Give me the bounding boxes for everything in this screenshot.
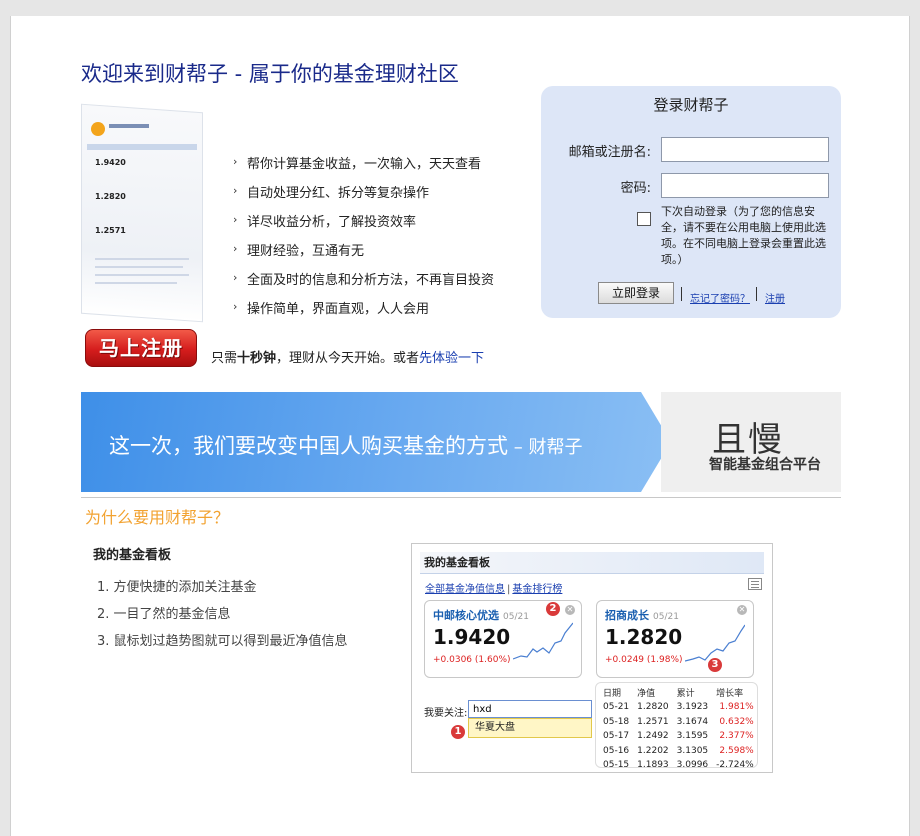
signup-link[interactable]: 注册 <box>765 290 785 305</box>
banner-brand-subtitle: 智能基金组合平台 <box>709 457 821 473</box>
feature-item: › 全面及时的信息和分析方法，不再盲目投资 <box>233 266 494 295</box>
chevron-right-icon: › <box>233 242 238 255</box>
column-header: 累计 <box>676 688 695 699</box>
step-badge: 1 <box>450 724 466 740</box>
section-title: 为什么要用财帮子？ <box>85 508 230 527</box>
fund-change: +0.0306 (1.60%) <box>433 655 511 665</box>
remember-me-label: 下次自动登录（为了您的信息安全，请不要在公用电脑上使用此选项。在不同电脑上登录会… <box>661 205 826 266</box>
try-it-link[interactable]: 先体验一下 <box>419 351 484 366</box>
forgot-password-link[interactable]: 忘记了密码？ <box>690 290 750 305</box>
list-item: 2. 一目了然的基金信息 <box>97 607 231 622</box>
email-label: 邮箱或注册名: <box>568 145 651 160</box>
section-divider <box>81 497 841 498</box>
fund-name: 招商成长 05/21 <box>605 609 679 622</box>
nav-history-table: 日期 净值 累计 增长率 05-21 1.2820 3.1923 1.981% 05-… <box>599 684 758 772</box>
demo-tabs: 全部基金净值信息 | 基金排行榜 <box>425 584 563 595</box>
fund-card: 中邮核心优选 05/21 ✕ 1.9420 +0.0306 (1.60%) 2 <box>424 600 582 678</box>
register-note: 只需十秒钟，理财从今天开始。或者先体验一下 <box>211 351 485 366</box>
page-title: 欢迎来到财帮子 - 属于你的基金理财社区 <box>81 62 459 86</box>
column-header: 净值 <box>637 688 656 699</box>
watch-fund-input[interactable] <box>468 700 592 718</box>
logo-icon <box>91 122 105 136</box>
list-icon[interactable] <box>748 578 762 590</box>
table-row: 05-16 1.2202 3.1305 2.598% <box>603 745 754 756</box>
tab-fund-ranking[interactable]: 基金排行榜 <box>512 584 562 595</box>
feature-item: › 详尽收益分析，了解投资效率 <box>233 208 494 237</box>
fund-card: 招商成长 05/21 ✕ 1.2820 +0.0249 (1.98%) 3 <box>596 600 754 678</box>
step-badge: 2 <box>545 601 561 617</box>
password-field[interactable] <box>661 173 829 198</box>
chevron-right-icon: › <box>233 184 238 197</box>
promo-banner[interactable]: 这一次，我们要改变中国人购买基金的方式 – 财帮子 且慢 智能基金组合平台 <box>81 392 841 492</box>
feature-item: › 帮你计算基金收益，一次输入，天天查看 <box>233 150 494 179</box>
list-item: 1. 方便快捷的添加关注基金 <box>97 580 257 595</box>
tab-all-nav[interactable]: 全部基金净值信息 <box>425 584 505 595</box>
login-title: 登录财帮子 <box>653 96 729 114</box>
chevron-right-icon: › <box>233 213 238 226</box>
preview-number: 1.2571 <box>95 226 126 235</box>
list-item: 3. 鼠标划过趋势图就可以得到最近净值信息 <box>97 634 348 649</box>
banner-slogan: 这一次，我们要改变中国人购买基金的方式 – 财帮子 <box>109 434 583 458</box>
step-badge: 3 <box>707 657 723 673</box>
table-row: 05-17 1.2492 3.1595 2.377% <box>603 731 754 742</box>
login-panel: 登录财帮子 邮箱或注册名: 密码: 下次自动登录（为了您的信息安全，请不要在公用… <box>541 86 841 318</box>
remember-me-checkbox[interactable] <box>637 212 651 226</box>
suggestion-item[interactable]: 华夏大盘 <box>468 718 592 738</box>
feature-item: › 理财经验，互通有无 <box>233 237 494 266</box>
divider <box>756 287 757 301</box>
fund-board-demo-image: 我的基金看板 全部基金净值信息 | 基金排行榜 中邮核心优选 05/21 ✕ 1.94… <box>411 543 773 773</box>
watch-label: 我要关注: <box>424 708 468 719</box>
fund-change: +0.0249 (1.98%) <box>605 655 683 665</box>
column-header: 增长率 <box>716 688 744 699</box>
table-row: 05-18 1.2571 3.1674 0.632% <box>603 716 754 727</box>
divider <box>681 287 682 301</box>
chevron-right-icon: › <box>233 155 238 168</box>
board-feature-list: 1. 方便快捷的添加关注基金 2. 一目了然的基金信息 3. 鼠标划过趋势图就可… <box>97 574 348 655</box>
demo-header: 我的基金看板 <box>420 552 764 574</box>
preview-number: 1.9420 <box>95 158 126 167</box>
feature-list: › 帮你计算基金收益，一次输入，天天查看 › 自动处理分红、拆分等复杂操作 › 详尽收… <box>233 150 494 324</box>
table-row: 05-21 1.2820 3.1923 1.981% <box>603 702 754 713</box>
table-row: 05-15 1.1893 3.0996 -2.724% <box>603 760 754 771</box>
board-title: 我的基金看板 <box>93 548 172 563</box>
preview-number: 1.2820 <box>95 192 126 201</box>
email-field[interactable] <box>661 137 829 162</box>
fund-nav: 1.2820 <box>605 625 683 649</box>
chevron-right-icon: › <box>233 271 238 284</box>
feature-item: › 操作简单，界面直观，人人会用 <box>233 295 494 324</box>
password-label: 密码: <box>620 181 651 196</box>
column-header: 日期 <box>603 688 622 699</box>
close-icon[interactable]: ✕ <box>737 605 747 615</box>
fund-nav: 1.9420 <box>433 625 511 649</box>
product-screenshot-image: 1.9420 1.2820 1.2571 <box>81 103 203 323</box>
login-button[interactable]: 立即登录 <box>598 282 674 304</box>
feature-item: › 自动处理分红、拆分等复杂操作 <box>233 179 494 208</box>
chevron-right-icon: › <box>233 300 238 313</box>
close-icon[interactable]: ✕ <box>565 605 575 615</box>
register-now-button[interactable]: 马上注册 <box>85 329 197 367</box>
trend-chart[interactable] <box>513 619 573 667</box>
page: 欢迎来到财帮子 - 属于你的基金理财社区 1.9420 1.2820 1.257… <box>10 16 910 836</box>
